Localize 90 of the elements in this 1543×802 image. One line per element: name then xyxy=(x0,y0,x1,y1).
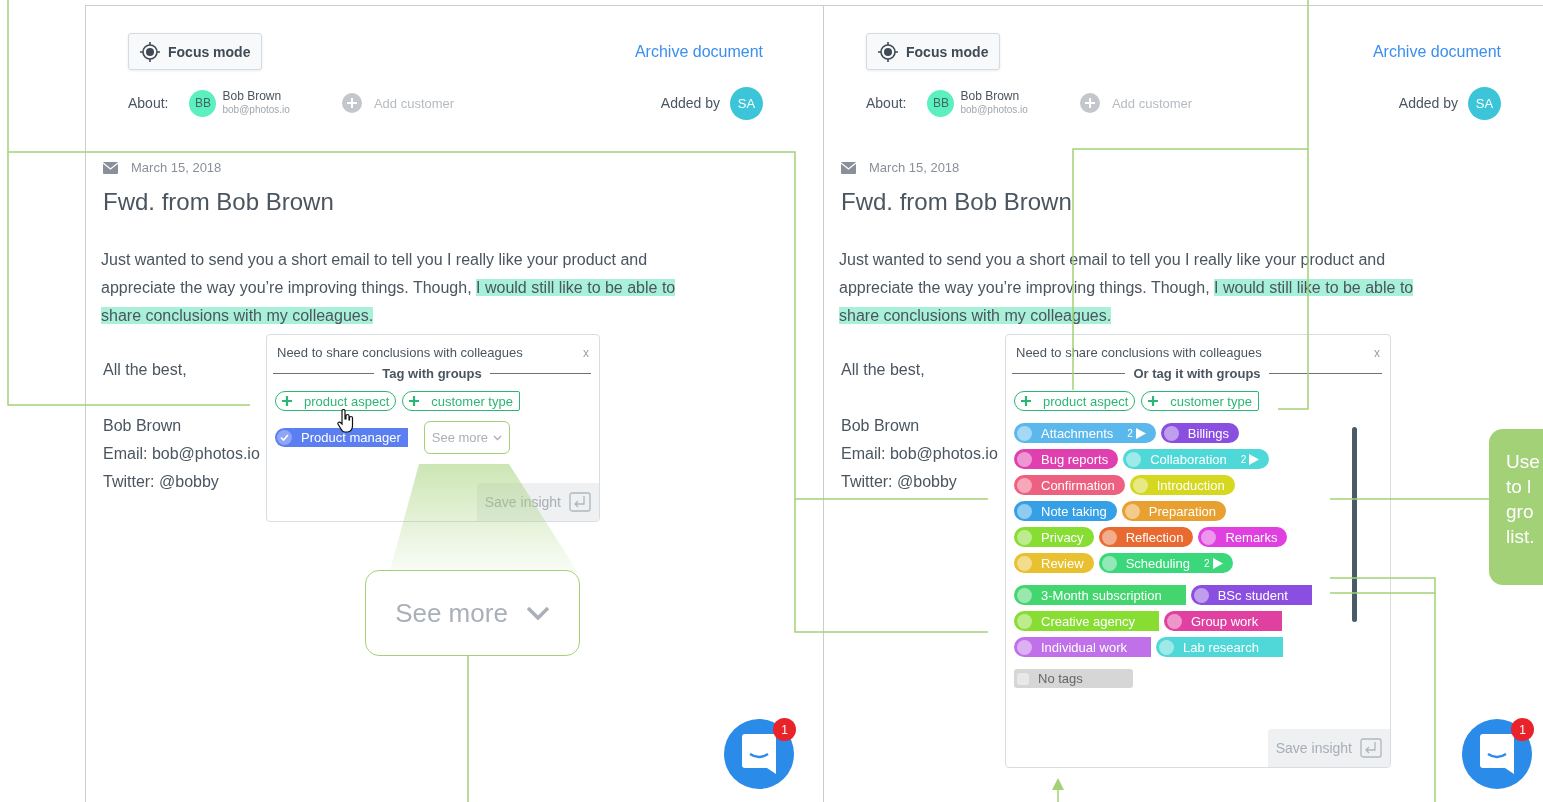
add-tag-button[interactable]: customer type xyxy=(402,391,520,411)
email-title: Fwd. from Bob Brown xyxy=(841,188,1073,216)
target-icon xyxy=(878,41,898,62)
group-tag[interactable]: Bug reports xyxy=(1014,449,1119,469)
group-tag[interactable]: Note taking xyxy=(1014,501,1117,521)
group-tag[interactable]: Preparation xyxy=(1121,501,1226,521)
group-tag[interactable]: Introduction xyxy=(1129,475,1235,495)
chevron-icon xyxy=(525,606,550,620)
group-tag[interactable]: Attachments 2 xyxy=(1014,423,1156,443)
signature-line: Email: bob@photos.io xyxy=(841,444,998,464)
popup-title: Need to share conclusions with colleagues xyxy=(277,345,523,360)
close-button[interactable]: x xyxy=(583,345,589,360)
archive-link[interactable]: Archive document xyxy=(634,42,763,61)
add-customer-link[interactable]: Add customer xyxy=(373,95,455,111)
customer-avatar: BB xyxy=(189,89,217,117)
group-tag[interactable]: Individual work xyxy=(1014,637,1151,657)
added-by-label: Added by xyxy=(1398,95,1458,111)
plus-icon xyxy=(409,396,420,406)
add-tag-button[interactable]: product aspect xyxy=(1014,391,1136,411)
about-label: About: xyxy=(128,95,169,111)
group-tag[interactable]: Confirmation xyxy=(1014,475,1125,495)
group-tag[interactable]: Group work xyxy=(1163,611,1283,631)
focus-mode-button[interactable]: Focus mode xyxy=(128,33,263,70)
email-signoff: All the best, xyxy=(841,361,925,379)
group-tag[interactable]: Scheduling 2 xyxy=(1098,553,1233,573)
envelope-icon xyxy=(841,161,856,174)
play-icon xyxy=(1135,427,1146,439)
add-icon[interactable] xyxy=(341,93,362,113)
chat-bubble-icon xyxy=(1480,734,1514,774)
add-icon[interactable] xyxy=(1079,93,1100,113)
scrollbar[interactable] xyxy=(1352,427,1357,622)
about-label: About: xyxy=(866,95,907,111)
plus-icon xyxy=(282,396,292,406)
email-title: Fwd. from Bob Brown xyxy=(103,188,335,216)
customer-name: Bob Brown xyxy=(222,89,283,103)
email-date: March 15, 2018 xyxy=(869,160,960,175)
group-tag[interactable]: Creative agency xyxy=(1014,611,1159,631)
add-tag-button[interactable]: customer type xyxy=(1141,391,1259,411)
group-tag[interactable]: Collaboration 2 xyxy=(1123,449,1270,469)
group-tag[interactable]: Lab research xyxy=(1156,637,1283,657)
added-by-label: Added by xyxy=(660,95,720,111)
plus-icon xyxy=(1021,396,1031,406)
enter-key-icon xyxy=(569,492,591,512)
notification-badge: 1 xyxy=(1511,718,1534,741)
save-insight-button[interactable]: Save insight xyxy=(1267,729,1390,767)
signature-line: Email: bob@photos.io xyxy=(103,444,260,464)
focus-mode-button[interactable]: Focus mode xyxy=(866,33,1001,70)
notification-badge: 1 xyxy=(773,718,796,741)
signature-line: Twitter: @bobby xyxy=(841,472,957,492)
hand-cursor-icon xyxy=(336,409,356,433)
customer-email: bob@photos.io xyxy=(960,103,1028,117)
play-icon xyxy=(1249,453,1260,465)
play-icon xyxy=(1212,557,1223,569)
email-body: Just wanted to send you a short email to tell you I really like your product and appreciate the way you’re improving things. Though, I would still like to be able to share conclusions with my colleagues. xyxy=(101,250,677,326)
user-avatar: SA xyxy=(730,86,763,120)
signature-line: Bob Brown xyxy=(103,416,182,436)
callout-note: Use to l gro list. xyxy=(1489,429,1543,585)
arrow xyxy=(1052,778,1064,802)
envelope-icon xyxy=(103,161,118,174)
no-tags-button[interactable]: No tags xyxy=(1014,669,1133,688)
see-more-button[interactable]: See more xyxy=(423,421,511,454)
plus-icon xyxy=(1148,396,1159,406)
group-tag[interactable]: Product manager xyxy=(275,428,408,447)
group-tag[interactable]: Billings xyxy=(1160,423,1239,443)
section-heading: Or tag it with groups xyxy=(1133,366,1261,381)
target-icon xyxy=(140,41,160,62)
customer-email: bob@photos.io xyxy=(222,103,290,117)
email-date: March 15, 2018 xyxy=(131,160,222,175)
group-tag[interactable]: Reflection xyxy=(1098,527,1194,547)
enter-key-icon xyxy=(1360,738,1382,758)
group-tag[interactable]: BSc student xyxy=(1190,585,1312,605)
customer-avatar: BB xyxy=(927,89,955,117)
chat-bubble-icon xyxy=(742,734,776,774)
group-tag[interactable]: 3-Month subscription xyxy=(1014,585,1186,605)
add-tag-button[interactable]: product aspect xyxy=(275,391,397,411)
group-tag[interactable]: Review xyxy=(1014,553,1094,573)
group-tag[interactable]: Remarks xyxy=(1198,527,1288,547)
signature-line: Bob Brown xyxy=(841,416,920,436)
add-customer-link[interactable]: Add customer xyxy=(1111,95,1193,111)
signature-line: Twitter: @bobby xyxy=(103,472,219,492)
check-icon xyxy=(277,430,292,445)
section-heading: Tag with groups xyxy=(382,366,482,381)
group-tag[interactable]: Privacy xyxy=(1014,527,1094,547)
archive-link[interactable]: Archive document xyxy=(1372,42,1501,61)
close-button[interactable]: x xyxy=(1374,345,1380,360)
email-signoff: All the best, xyxy=(103,361,187,379)
see-more-label: See more xyxy=(395,597,508,629)
customer-name: Bob Brown xyxy=(960,89,1021,103)
user-avatar: SA xyxy=(1468,86,1501,120)
chevron-icon xyxy=(493,434,503,441)
